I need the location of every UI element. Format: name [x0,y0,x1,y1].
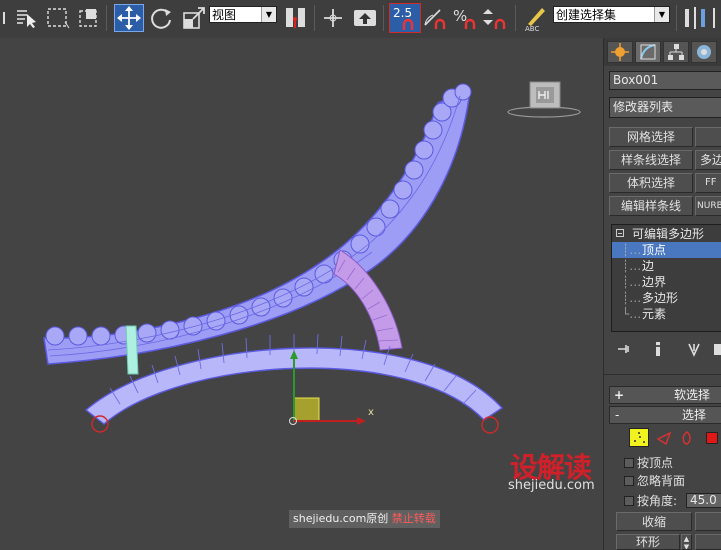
ring-button[interactable]: 环形 [616,534,680,550]
toolbar-separator [515,5,516,31]
move-icon[interactable] [114,4,144,32]
align-icon[interactable] [710,4,721,32]
chair-seat-mesh [43,83,472,365]
x-axis-label: x [368,407,374,418]
edge-mode-icon[interactable] [656,430,672,449]
soft-selection-rollout[interactable]: + 软选择 [609,386,721,404]
pivot-center-icon[interactable] [282,4,310,32]
by-vertex-checkbox[interactable] [624,458,634,468]
toolbar-separator [314,5,315,31]
rotate-icon[interactable] [148,4,174,32]
footer-site: shejiedu.com [293,512,367,525]
angle-value-field[interactable]: 45.0 [686,493,721,508]
create-tab-icon[interactable] [607,41,633,63]
modifier-button-blank[interactable] [695,127,721,147]
watermark-url: shejiedu.com [508,478,595,493]
by-angle-checkbox[interactable] [624,496,634,506]
spinner-snap-icon[interactable] [482,4,508,32]
vertex-mode-icon[interactable] [629,428,649,447]
mesh-select-button[interactable]: 网格选择 [609,127,693,147]
stack-subobject-edge[interactable]: ┊… 边 [612,258,721,274]
footer-original: 原创 [366,512,389,525]
select-by-name-icon[interactable] [14,4,40,32]
ring-spinner[interactable]: ▲ ▼ [681,534,692,550]
percent-snap-icon[interactable]: % [452,4,478,32]
stack-subobject-border[interactable]: ┊… 边界 [612,274,721,290]
spline-select-button[interactable]: 样条线选择 [609,150,693,170]
toolbar-separator [106,5,107,31]
toolbar-separator [676,5,677,31]
chevron-down-icon: ▼ [654,7,669,22]
selection-title: 选择 [682,408,707,422]
svg-text:ABC: ABC [525,25,539,32]
watermark-footer: shejiedu.com原创 禁止转载 [289,510,440,528]
modifier-list-dropdown[interactable]: 修改器列表 [609,97,721,118]
collapse-icon: - [615,408,620,422]
motion-tab-icon[interactable] [691,41,717,63]
stack-subobject-label: 多边形 [642,291,679,305]
hierarchy-tab-icon[interactable] [663,41,689,63]
grow-button[interactable] [695,512,721,531]
main-toolbar: 视图 ▼ 2.5 % ABC 创建选择集 ▼ [0,0,721,39]
stack-subobject-label: 边 [642,259,655,273]
keyboard-shortcut-override-icon[interactable] [352,4,378,32]
by-angle-label: 按角度: [637,494,678,508]
command-panel-tabs [604,38,721,66]
snap-toggle-button[interactable]: 2.5 [389,3,421,33]
modifier-stack[interactable]: 可编辑多边形 ┊… 顶点 ┊… 边 ┊… 边界 ┊… 多边形 └… 元素 [611,224,721,332]
border-mode-icon[interactable] [680,430,694,449]
object-name-field[interactable]: Box001 [609,71,721,90]
pin-stack-icon[interactable] [616,341,632,360]
edit-named-selection-icon[interactable]: ABC [522,4,548,32]
link-icon[interactable] [1,4,15,32]
stack-modifier-label: 可编辑多边形 [632,227,705,241]
edit-spline-button[interactable]: 编辑样条线 [609,196,693,216]
stack-subobject-polygon[interactable]: ┊… 多边形 [612,290,721,306]
show-end-result-icon[interactable] [650,341,666,360]
stack-subobject-label: 边界 [642,275,667,289]
make-unique-icon[interactable] [688,341,704,360]
stack-item-editable-poly[interactable]: 可编辑多边形 [612,226,721,242]
toolbar-separator [383,5,384,31]
viewcube[interactable] [506,80,582,123]
polygon-mode-icon[interactable] [706,432,718,444]
nurbs-button[interactable]: NURBS [695,196,721,216]
ignore-backfacing-checkbox[interactable] [624,476,634,486]
expand-icon: + [614,388,625,402]
selection-rollout[interactable]: - 选择 [609,406,721,424]
select-manipulate-icon[interactable] [320,4,346,32]
stack-subobject-element[interactable]: └… 元素 [612,306,721,322]
divider [604,374,721,375]
stack-subobject-label: 顶点 [642,243,667,257]
named-selection-value: 创建选择集 [556,8,617,22]
remove-modifier-icon[interactable] [712,341,721,360]
stack-subobject-vertex[interactable]: ┊… 顶点 [612,242,721,258]
reference-coordinate-dropdown[interactable]: 视图 ▼ [209,6,277,23]
poly-select-button[interactable]: 多边 [695,150,721,170]
window-crossing-icon[interactable] [76,4,102,32]
by-vertex-label: 按顶点 [637,456,674,470]
scale-icon[interactable] [180,4,208,32]
chevron-down-icon: ▼ [261,7,276,22]
perspective-viewport[interactable]: x 设解读 shejiedu.com shejiedu.com原创 禁止转载 [0,38,603,550]
angle-snap-icon[interactable] [422,4,448,32]
ffd-button[interactable]: FF [695,173,721,193]
rectangular-selection-icon[interactable] [44,4,72,32]
named-selection-dropdown[interactable]: 创建选择集 ▼ [553,6,670,23]
soft-selection-title: 软选择 [674,388,711,402]
footer-forbid: 禁止转载 [391,512,436,525]
reference-coordinate-value: 视图 [212,8,237,22]
volume-select-button[interactable]: 体积选择 [609,173,693,193]
shrink-button[interactable]: 收缩 [616,512,692,531]
collapse-icon[interactable] [616,229,624,237]
stack-subobject-label: 元素 [642,307,667,321]
stack-tools [604,338,721,360]
command-panel: Box001 修改器列表 网格选择 样条线选择 多边 体积选择 FF 编辑样条线… [603,38,721,550]
modify-tab-icon[interactable] [635,41,661,63]
front-support [125,325,139,375]
loop-button[interactable] [695,534,721,550]
ignore-backfacing-label: 忽略背面 [637,474,686,488]
mirror-icon[interactable] [682,4,708,32]
